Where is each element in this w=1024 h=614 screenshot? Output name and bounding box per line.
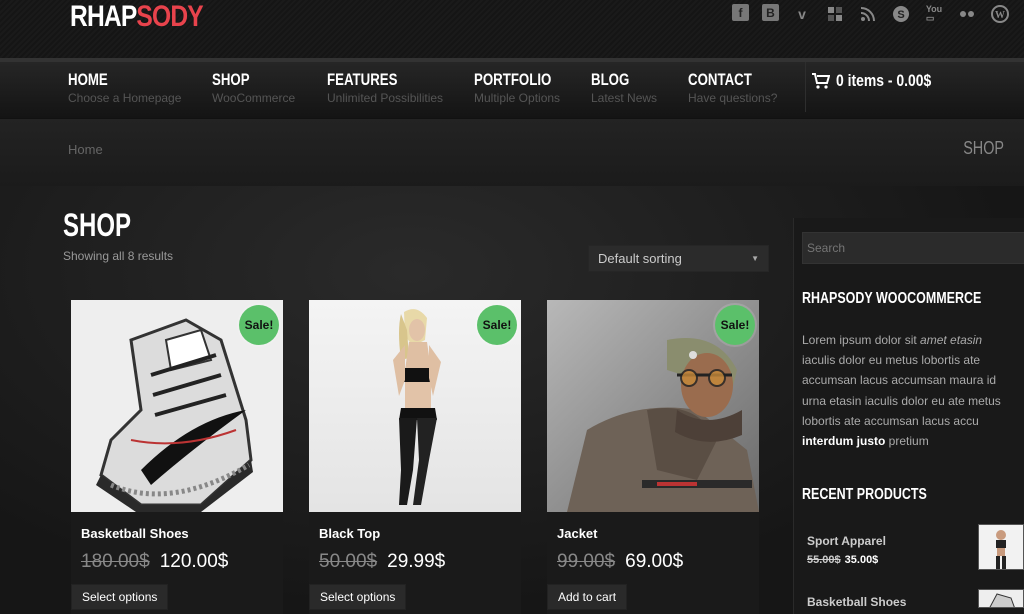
sale-badge: Sale! [715,305,755,345]
product-prices: 50.00$ 29.99$ [319,551,511,573]
nav-item-contact[interactable]: CONTACT Have questions? [688,70,777,105]
breadcrumb-bar: Home SHOP [0,118,1024,186]
flickr-icon[interactable] [957,4,977,24]
nav-item-features[interactable]: FEATURES Unlimited Possibilities [327,70,443,105]
sale-price: 29.99$ [387,551,446,572]
sidebar: RHAPSODY WOOCOMMERCE Lorem ipsum dolor s… [793,218,1024,614]
old-price: 55.00$ [807,554,841,566]
select-options-button[interactable]: Select options [71,584,169,610]
select-options-button[interactable]: Select options [309,584,407,610]
cart-summary: 0 items - 0.00$ [836,71,932,90]
chevron-down-icon: ▼ [751,254,759,263]
recent-products-title: RECENT PRODUCTS [802,486,927,503]
search-input[interactable] [802,232,1024,264]
nav-item-portfolio[interactable]: PORTFOLIO Multiple Options [474,70,573,105]
svg-text:S: S [897,9,904,21]
svg-text:W: W [995,10,1005,21]
nav-label: PORTFOLIO [474,70,552,89]
result-count: Showing all 8 results [63,249,174,263]
social-links: f B v S You ▭ W [732,4,1010,24]
widget-text: Lorem ipsum dolor sit amet etasin iaculi… [802,330,1007,451]
sort-select[interactable]: Default sorting ▼ [588,245,769,272]
widget-text-bold: interdum justo [802,434,886,449]
nav-label: BLOG [591,70,630,89]
nav-sublabel: Unlimited Possibilities [327,91,444,105]
product-prices: 180.00$ 120.00$ [81,551,273,573]
logo-part-1: RHAP [70,0,137,33]
logo-part-2: SODY [136,0,203,33]
nav-label: HOME [68,70,108,89]
widget-text-part: pretium [885,434,929,449]
nav-label: SHOP [212,70,250,89]
product-prices: 99.00$ 69.00$ [557,551,749,573]
old-price: 50.00$ [319,551,378,572]
nav-sublabel: Multiple Options [474,91,561,105]
nav-item-home[interactable]: HOME Choose a Homepage [68,70,181,105]
nav-sublabel: Have questions? [688,91,778,105]
nav-item-shop[interactable]: SHOP WooCommerce [212,70,295,105]
cart-link[interactable]: 0 items - 0.00$ [805,62,952,112]
product-card: Sale! Basketball Shoes 180.00$ 120.00$ S… [71,300,283,614]
wordpress-icon[interactable]: W [990,4,1010,24]
nav-label: FEATURES [327,70,398,89]
sale-badge: Sale! [239,305,279,345]
logo[interactable]: RHAPSODY [70,0,204,34]
product-name[interactable]: Black Top [319,526,511,541]
nav-sublabel: WooCommerce [212,91,296,105]
recent-product-item[interactable]: Sport Apparel 55.00$ 35.00$ [807,524,1024,570]
header: RHAPSODY f B v S You ▭ W [0,0,1024,58]
delicious-icon[interactable] [825,4,845,24]
sale-price: 69.00$ [625,551,684,572]
widget-text-italic: amet etasin [920,333,983,347]
recent-product-item[interactable]: Basketball Shoes [807,589,1024,609]
product-name[interactable]: Basketball Shoes [81,526,273,541]
skype-icon[interactable]: S [891,4,911,24]
cart-icon [812,73,830,89]
vimeo-icon[interactable]: v [792,4,812,24]
product-name[interactable]: Jacket [557,526,749,541]
rss-icon[interactable] [858,4,878,24]
page-title: SHOP [63,207,132,243]
breadcrumb-page-title: SHOP [963,138,1004,158]
widget-title: RHAPSODY WOOCOMMERCE [802,290,982,307]
blogger-icon[interactable]: B [762,4,779,21]
nav-sublabel: Choose a Homepage [68,91,182,105]
breadcrumb-home[interactable]: Home [68,142,103,157]
recent-product-thumbnail[interactable] [978,524,1024,570]
sale-badge: Sale! [477,305,517,345]
nav-item-blog[interactable]: BLOG Latest News [591,70,657,105]
product-image[interactable]: Sale! [71,300,283,512]
product-card: Sale! Black Top 50.00$ 29.99$ Select opt… [309,300,521,614]
add-to-cart-button[interactable]: Add to cart [547,584,628,610]
sale-price: 35.00$ [844,554,879,566]
main-nav: HOME Choose a Homepage SHOP WooCommerce … [0,58,1024,118]
recent-product-thumbnail[interactable] [978,589,1024,608]
old-price: 180.00$ [81,551,150,572]
old-price: 99.00$ [557,551,616,572]
facebook-icon[interactable]: f [732,4,749,21]
widget-text-part: iaculis dolor eu metus lobortis ate accu… [802,353,1001,428]
product-image[interactable]: Sale! [547,300,759,512]
nav-sublabel: Latest News [591,91,658,105]
sort-selected-value: Default sorting [598,251,682,266]
product-card: Sale! Jacket 99.00$ 69.00$ Add to cart [547,300,759,614]
nav-label: CONTACT [688,70,752,89]
widget-text-part: Lorem ipsum dolor sit [802,333,921,347]
product-image[interactable]: Sale! [309,300,521,512]
youtube-icon[interactable]: You ▭ [924,4,944,24]
sale-price: 120.00$ [159,551,229,572]
